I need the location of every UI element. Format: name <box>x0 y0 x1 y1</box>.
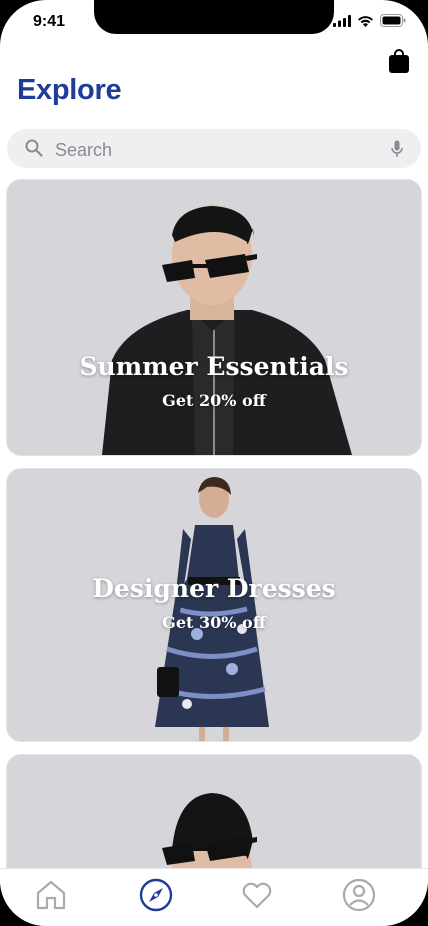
home-icon[interactable] <box>33 877 69 913</box>
microphone-icon[interactable] <box>391 140 403 158</box>
battery-icon <box>380 14 406 27</box>
search-input[interactable] <box>53 136 377 164</box>
compass-icon[interactable] <box>138 877 174 913</box>
status-time: 9:41 <box>33 13 66 30</box>
heart-icon[interactable] <box>239 877 275 913</box>
promo-card-summer-essentials[interactable]: Summer Essentials Get 20% off <box>7 180 421 455</box>
promo-title: Designer Dresses <box>92 574 336 603</box>
promo-card-designer-dresses[interactable]: Designer Dresses Get 30% off <box>7 469 421 741</box>
search-icon <box>25 139 43 157</box>
shopping-bag-icon[interactable] <box>388 48 410 74</box>
promo-title: Summer Essentials <box>79 352 349 381</box>
search-bar[interactable] <box>7 129 421 168</box>
cellular-signal-icon <box>333 14 351 27</box>
promo-subtitle: Get 30% off <box>162 613 266 632</box>
profile-icon[interactable] <box>341 877 377 913</box>
app-screen: 9:41 Explore Search Summer Essentials Ge… <box>0 0 428 926</box>
wifi-icon <box>358 15 373 27</box>
promo-card-text <box>7 815 421 825</box>
promo-card-text: Summer Essentials Get 20% off <box>7 352 421 410</box>
promo-photo-man-sunglasses <box>7 180 421 455</box>
status-icons <box>333 14 406 27</box>
device-notch <box>94 0 334 34</box>
tab-bar <box>0 868 428 926</box>
promo-card-text: Designer Dresses Get 30% off <box>7 574 421 632</box>
page-title: Explore <box>17 74 122 106</box>
promo-subtitle: Get 20% off <box>162 391 266 410</box>
